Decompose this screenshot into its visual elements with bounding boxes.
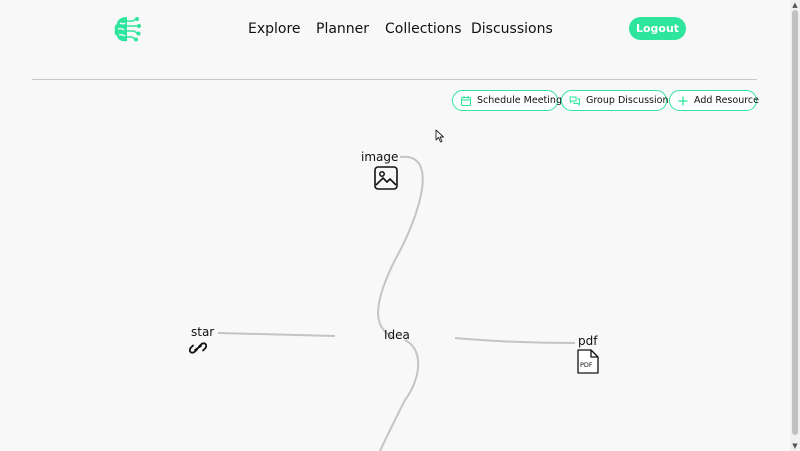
scroll-up-icon[interactable]: ▲ [790, 0, 800, 10]
image-icon[interactable] [374, 166, 398, 190]
node-star-label[interactable]: star [191, 325, 214, 339]
mouse-cursor-icon [435, 129, 444, 143]
app-page: Explore Planner Collections Discussions … [0, 0, 800, 451]
scroll-down-icon[interactable]: ▼ [790, 441, 800, 451]
pdf-icon[interactable]: PDF [577, 349, 599, 374]
edge-idea-bottom [379, 339, 420, 451]
vertical-scrollbar[interactable]: ▲ ▼ [790, 0, 800, 451]
scroll-thumb[interactable] [792, 10, 798, 435]
edge-idea-star [217, 332, 336, 337]
edge-idea-pdf [454, 337, 576, 344]
mind-map-graph [217, 155, 576, 451]
node-image-label[interactable]: image [361, 150, 398, 164]
pdf-icon-text: PDF [580, 361, 593, 369]
center-node-idea[interactable]: Idea [384, 328, 410, 342]
node-pdf-label[interactable]: pdf [578, 334, 597, 348]
link-icon[interactable] [189, 340, 207, 356]
